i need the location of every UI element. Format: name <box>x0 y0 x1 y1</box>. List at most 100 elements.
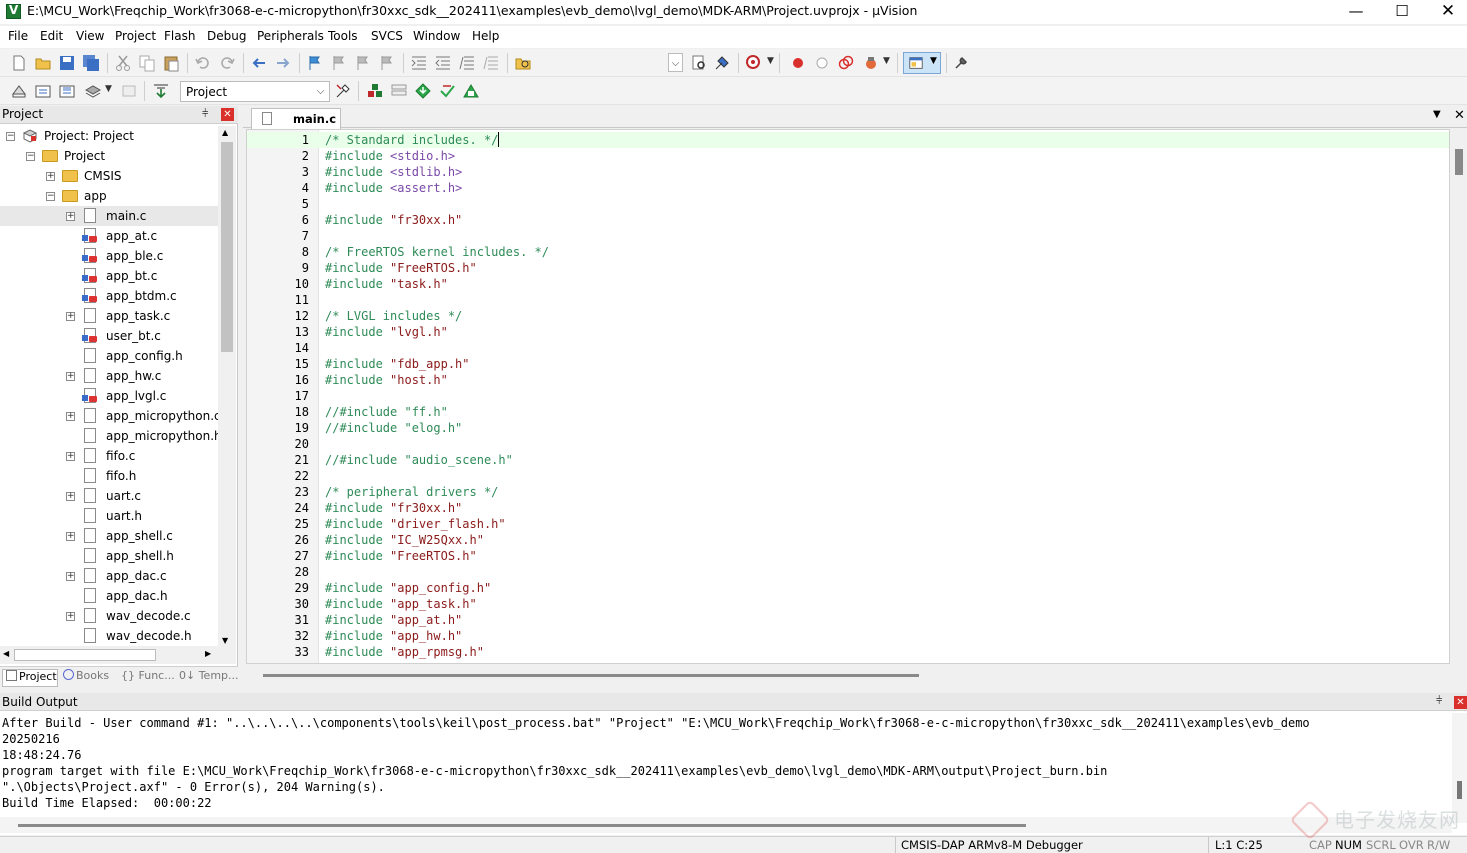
maximize-button[interactable]: ☐ <box>1379 0 1425 24</box>
save-icon[interactable] <box>58 54 76 72</box>
collapse-icon[interactable]: − <box>46 192 55 201</box>
minimize-button[interactable]: — <box>1333 0 1379 24</box>
tree-item[interactable]: app_shell.h <box>0 546 218 566</box>
copy-icon[interactable] <box>138 54 156 72</box>
code-line[interactable]: 19 //#include "elog.h" <box>247 420 1449 436</box>
code-line[interactable]: 4 #include <assert.h> <box>247 180 1449 196</box>
scrollbar-thumb[interactable] <box>1457 781 1462 799</box>
pin-icon[interactable]: ⫩ <box>1436 694 1442 708</box>
tree-item[interactable]: + main.c <box>0 206 218 226</box>
menu-svcs[interactable]: SVCS <box>371 29 403 43</box>
project-tree-horizontal-scrollbar[interactable]: ◀ ▶ <box>0 646 236 664</box>
expand-icon[interactable]: + <box>66 212 75 221</box>
insert-breakpoint-icon[interactable] <box>789 54 807 72</box>
expand-icon[interactable]: + <box>66 572 75 581</box>
tree-item[interactable]: app_lvgl.c <box>0 386 218 406</box>
tree-item[interactable]: app_at.c <box>0 226 218 246</box>
rebuild-icon[interactable] <box>58 82 76 100</box>
tree-item[interactable]: − Project: Project <box>0 126 218 146</box>
code-line[interactable]: 25 #include "driver_flash.h" <box>247 516 1449 532</box>
navigate-back-icon[interactable] <box>250 54 268 72</box>
code-line[interactable]: 9 #include "FreeRTOS.h" <box>247 260 1449 276</box>
scrollbar-thumb[interactable] <box>221 142 233 352</box>
open-file-icon[interactable] <box>34 54 52 72</box>
menu-view[interactable]: View <box>76 29 104 43</box>
scrollbar-thumb[interactable] <box>263 674 919 677</box>
tree-item[interactable]: − app <box>0 186 218 206</box>
tree-item[interactable]: + uart.c <box>0 486 218 506</box>
tree-item[interactable]: + app_micropython.c <box>0 406 218 426</box>
project-tree-vertical-scrollbar[interactable]: ▲ ▼ <box>218 126 236 648</box>
chevron-down-icon[interactable]: ▼ <box>105 84 112 94</box>
expand-icon[interactable]: + <box>66 612 75 621</box>
expand-icon[interactable]: + <box>66 312 75 321</box>
tab-project[interactable]: Project <box>2 669 58 687</box>
download-icon[interactable] <box>152 82 170 100</box>
chevron-down-icon[interactable]: ▼ <box>767 56 774 66</box>
code-line[interactable]: 33 #include "app_rpmsg.h" <box>247 644 1449 660</box>
bookmark-icon[interactable] <box>306 54 324 72</box>
tree-item[interactable]: fifo.h <box>0 466 218 486</box>
incremental-find-icon[interactable] <box>713 54 731 72</box>
menu-project[interactable]: Project <box>115 29 156 43</box>
code-line[interactable]: 29 #include "app_config.h" <box>247 580 1449 596</box>
code-line[interactable]: 22 <box>247 468 1449 484</box>
menu-debug[interactable]: Debug <box>207 29 246 43</box>
tree-item[interactable]: app_micropython.h <box>0 426 218 446</box>
find-in-files-icon[interactable] <box>514 54 532 72</box>
manage-project-items-icon[interactable] <box>366 82 384 100</box>
code-line[interactable]: 28 <box>247 564 1449 580</box>
tree-item[interactable]: wav_decode.h <box>0 626 218 646</box>
tree-item[interactable]: user_bt.c <box>0 326 218 346</box>
select-packs-icon[interactable] <box>414 82 432 100</box>
code-line[interactable]: 5 <box>247 196 1449 212</box>
code-line[interactable]: 11 <box>247 292 1449 308</box>
scroll-left-icon[interactable]: ◀ <box>3 649 9 658</box>
tree-item[interactable]: app_bt.c <box>0 266 218 286</box>
code-line[interactable]: 15 #include "fdb_app.h" <box>247 356 1449 372</box>
scrollbar-thumb[interactable] <box>14 649 156 661</box>
configure-wrench-icon[interactable] <box>952 54 970 72</box>
code-line[interactable]: 16 #include "host.h" <box>247 372 1449 388</box>
scrollbar-thumb[interactable] <box>18 824 1026 827</box>
menu-edit[interactable]: Edit <box>40 29 63 43</box>
tree-item[interactable]: app_dac.h <box>0 586 218 606</box>
menu-peripherals[interactable]: Peripherals <box>257 29 324 43</box>
build-output-text[interactable]: After Build - User command #1: "..\..\..… <box>2 715 1450 815</box>
tree-item[interactable]: uart.h <box>0 506 218 526</box>
paste-icon[interactable] <box>162 54 180 72</box>
expand-icon[interactable]: + <box>66 372 75 381</box>
chevron-down-icon[interactable]: ▼ <box>883 56 890 66</box>
close-project-pane-button[interactable]: ✕ <box>221 108 234 121</box>
configure-debug-icon[interactable] <box>862 54 880 72</box>
redo-icon[interactable] <box>218 54 236 72</box>
build-output-horizontal-scrollbar[interactable] <box>0 817 1452 833</box>
code-line[interactable]: 30 #include "app_task.h" <box>247 596 1449 612</box>
tree-item[interactable]: app_ble.c <box>0 246 218 266</box>
tab-list-dropdown-icon[interactable]: ▼ <box>1433 109 1441 120</box>
kill-breakpoints-icon[interactable] <box>837 54 855 72</box>
tab-books[interactable]: Books <box>60 669 116 687</box>
code-line[interactable]: 3 #include <stdlib.h> <box>247 164 1449 180</box>
expand-icon[interactable]: + <box>66 412 75 421</box>
editor-horizontal-scrollbar[interactable] <box>243 667 1467 683</box>
code-line[interactable]: 7 <box>247 228 1449 244</box>
next-bookmark-icon[interactable] <box>354 54 372 72</box>
collapse-icon[interactable]: − <box>26 152 35 161</box>
navigate-forward-icon[interactable] <box>274 54 292 72</box>
stop-build-icon[interactable] <box>120 82 138 100</box>
code-line[interactable]: 14 <box>247 340 1449 356</box>
clear-bookmarks-icon[interactable] <box>378 54 396 72</box>
batch-build-icon[interactable] <box>84 82 102 100</box>
code-line[interactable]: 32 #include "app_hw.h" <box>247 628 1449 644</box>
debug-session-icon[interactable] <box>745 54 763 72</box>
scroll-down-icon[interactable]: ▼ <box>222 636 228 645</box>
target-select[interactable]: Project ⌵ <box>180 81 330 102</box>
scroll-right-icon[interactable]: ▶ <box>205 649 211 658</box>
code-line[interactable]: 26 #include "IC_W25Qxx.h" <box>247 532 1449 548</box>
tree-item[interactable]: + app_shell.c <box>0 526 218 546</box>
editor-vertical-scrollbar[interactable] <box>1451 129 1467 664</box>
build-icon[interactable] <box>34 82 52 100</box>
code-line[interactable]: 12 /* LVGL includes */ <box>247 308 1449 324</box>
code-line[interactable]: 31 #include "app_at.h" <box>247 612 1449 628</box>
